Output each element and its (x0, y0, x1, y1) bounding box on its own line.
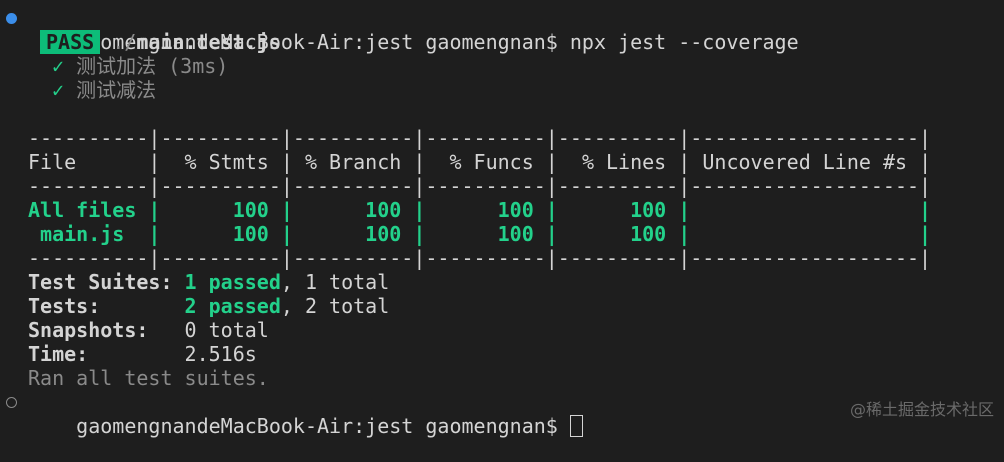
prompt-text: gaomengnandeMacBook-Air:jest gaomengnan$ (76, 414, 558, 438)
table-separator: ----------|----------|----------|-------… (28, 246, 932, 270)
test-case-time: (3ms) (168, 54, 229, 78)
summary-label: Test Suites: (28, 270, 173, 294)
row-funcs: 100 (497, 198, 534, 222)
terminal-output[interactable]: gaomengnandeMacBook-Air:jest gaomengnan$… (6, 6, 988, 438)
summary-value: 0 total (184, 318, 269, 342)
command-line: gaomengnandeMacBook-Air:jest gaomengnan$… (6, 6, 988, 54)
summary-label: Tests: (28, 294, 101, 318)
row-lines: 100 (630, 198, 667, 222)
row-stmts: 100 (232, 198, 269, 222)
table-separator: ----------|----------|----------|-------… (28, 126, 932, 150)
summary-passed: 2 passed (184, 294, 281, 318)
check-icon: ✓ (52, 78, 65, 102)
prompt-status-icon (6, 13, 17, 24)
row-lines: 100 (630, 222, 667, 246)
test-case-name: 测试减法 (76, 78, 157, 102)
summary-label: Snapshots: (28, 318, 149, 342)
summary-label: Time: (28, 342, 89, 366)
pass-badge: PASS (40, 30, 101, 54)
test-file-name: main.test.js (136, 30, 281, 54)
row-branch: 100 (365, 198, 402, 222)
table-row: All files | 100 | 100 | 100 | 100 | | (28, 198, 932, 222)
header-file: File (28, 150, 77, 174)
summary-passed: 1 passed (184, 270, 281, 294)
test-file-dir: ./ (112, 30, 137, 54)
test-case: ✓ 测试加法 (3ms) (28, 54, 988, 78)
header-lines: % Lines (581, 150, 667, 174)
header-uncovered: Uncovered Line #s (702, 150, 908, 174)
summary-total: , 2 total (280, 294, 390, 318)
summary-time: Time: 2.516s (28, 342, 988, 366)
header-funcs: % Funcs (449, 150, 534, 174)
row-file: main.js (28, 222, 125, 246)
summary-total: , 1 total (280, 270, 390, 294)
test-case-name: 测试加法 (76, 54, 157, 78)
test-result-line: PASS ./main.test.js (28, 30, 988, 54)
summary-tests: Tests: 2 passed, 2 total (28, 294, 988, 318)
summary-value: 2.516s (184, 342, 257, 366)
row-funcs: 100 (497, 222, 534, 246)
watermark: @稀土掘金技术社区 (849, 400, 994, 419)
test-case: ✓ 测试减法 (28, 78, 988, 102)
summary-ran: Ran all test suites. (28, 366, 269, 390)
row-file: All files (28, 198, 137, 222)
cursor-icon[interactable] (569, 415, 583, 437)
summary-suites: Test Suites: 1 passed, 1 total (28, 270, 988, 294)
table-header: File | % Stmts | % Branch | % Funcs | % … (28, 150, 932, 174)
row-branch: 100 (365, 222, 402, 246)
header-stmts: % Stmts (184, 150, 269, 174)
check-icon: ✓ (52, 54, 65, 78)
summary-snapshots: Snapshots: 0 total (28, 318, 988, 342)
header-branch: % Branch (304, 150, 402, 174)
table-row: main.js | 100 | 100 | 100 | 100 | | (28, 222, 932, 246)
prompt-status-icon (6, 397, 17, 408)
next-prompt-line[interactable]: gaomengnandeMacBook-Air:jest gaomengnan$ (6, 390, 988, 438)
table-separator: ----------|----------|----------|-------… (28, 174, 932, 198)
row-stmts: 100 (232, 222, 269, 246)
